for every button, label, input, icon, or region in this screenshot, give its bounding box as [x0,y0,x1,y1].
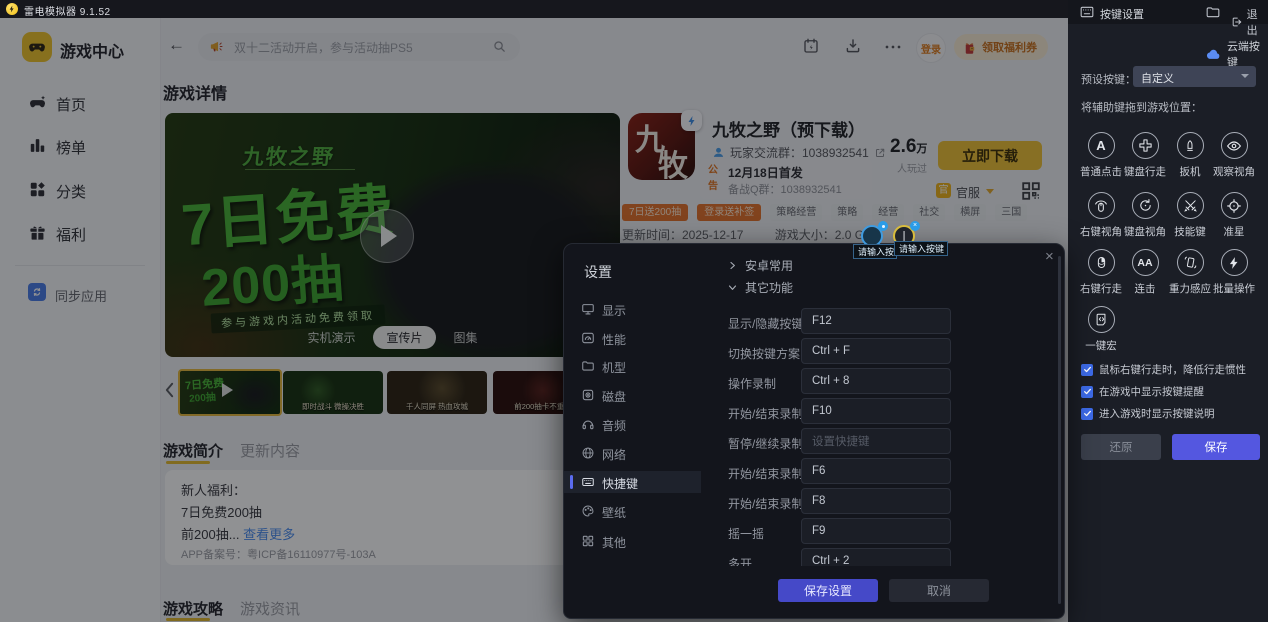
checkbox-reduce-inertia[interactable]: 鼠标右键行走时，降低行走惯性 [1081,362,1246,377]
shortcut-row: 暂停/继续录制操作 设置快捷键 [728,428,1056,454]
keymap-tool-observe-view[interactable]: 观察视角 [1212,132,1256,179]
shortcut-list: 显示/隐藏按键提示 F12 切换按键方案 Ctrl + F 操作录制 Ctrl … [564,296,1056,566]
save-settings-button[interactable]: 保存设置 [778,579,878,602]
macro-script-icon [1087,306,1115,333]
chevron-down-icon [728,285,737,290]
checkbox-checked-icon [1081,407,1093,420]
titlebar: 雷电模拟器 9.1.52 [0,0,1068,18]
keymap-tool-combo[interactable]: AA 连击 [1123,249,1167,296]
shortcut-input[interactable]: F12 [801,308,951,334]
preset-keys-select[interactable]: 自定义 [1133,66,1256,87]
app-logo-icon [6,3,18,15]
double-a-icon: AA [1131,249,1159,276]
bullet-icon [1176,132,1204,159]
checkbox-checked-icon [1081,363,1093,376]
keymap-tool-right-click-view[interactable]: 右键视角 [1079,192,1123,239]
rotate-arrows-icon [1131,192,1159,219]
keybind-remove-icon[interactable]: × [910,221,920,231]
shortcut-input[interactable]: F10 [801,398,951,424]
shortcut-input[interactable]: Ctrl + 2 [801,548,951,566]
exit-button[interactable]: 退出 [1231,6,1268,38]
dpad-cross-icon [1131,132,1159,159]
checkbox-checked-icon [1081,385,1093,398]
modal-scrollbar[interactable] [1058,256,1061,604]
keyboard-icon [1080,6,1094,18]
keymap-tool-one-key-macro[interactable]: 一键宏 [1079,306,1123,353]
letter-a-icon: A [1087,132,1115,159]
keymap-tool-crosshair[interactable]: 准星 [1212,192,1256,239]
app-title: 雷电模拟器 9.1.52 [24,7,111,18]
shortcut-input[interactable]: F6 [801,458,951,484]
close-icon[interactable]: × [1045,248,1054,265]
keybind-badge-icon[interactable] [878,221,888,231]
key-settings-panel: 按键设置 退出 云端按键 预设按键： 自定义 将辅助键拖到游戏位置： A 普通点… [1068,0,1268,622]
shortcut-row: 摇一摇 F9 [728,518,1056,544]
shortcut-input[interactable]: Ctrl + 8 [801,368,951,394]
eye-icon [1220,132,1248,159]
mouse-orbit-icon [1087,192,1115,219]
shortcut-row: 开始/结束录制宏 F6 [728,458,1056,484]
restore-button[interactable]: 还原 [1081,434,1161,460]
preset-keys-label: 预设按键： [1081,74,1136,86]
shortcut-row: 开始/结束录制视频 F8 [728,488,1056,514]
section-other-functions[interactable]: 其它功能 [728,279,793,296]
shortcut-input[interactable]: Ctrl + F [801,338,951,364]
shortcut-row: 开始/结束录制操作 F10 [728,398,1056,424]
keymap-tool-trigger[interactable]: 扳机 [1168,132,1212,179]
mouse-icon [1087,249,1115,276]
keymap-tool-skill-key[interactable]: 技能键 [1168,192,1212,239]
panel-title: 按键设置 [1100,9,1144,21]
shortcut-row: 操作录制 Ctrl + 8 [728,368,1056,394]
shortcut-input[interactable]: F8 [801,488,951,514]
cloud-icon [1206,49,1220,59]
checkbox-show-key-reminder[interactable]: 在游戏中显示按键提醒 [1081,384,1204,399]
shortcut-input[interactable]: 设置快捷键 [801,428,951,454]
exit-icon [1232,17,1242,27]
shortcut-row: 显示/隐藏按键提示 F12 [728,308,1056,334]
keymap-tool-keyboard-walk[interactable]: 键盘行走 [1123,132,1167,179]
phone-tilt-icon [1176,249,1204,276]
settings-modal: × 设置 显示 性能 机型 磁盘 音频 网络 快捷键 壁纸 其他 安卓常用 其它… [563,243,1065,619]
shortcut-row: 切换按键方案 Ctrl + F [728,338,1056,364]
lightning-icon [1220,249,1248,276]
save-button[interactable]: 保存 [1172,434,1260,460]
keybind-tooltip: 请输入按键 [894,241,948,256]
ldplayer-window: 雷电模拟器 9.1.52 游戏中心 首页 榜单 分类 福利 同步应用 ← 双十二… [0,0,1268,622]
crossed-swords-icon [1176,192,1204,219]
keymap-tool-gravity-sensor[interactable]: 重力感应 [1168,249,1212,296]
settings-title: 设置 [584,264,612,280]
drag-hint: 将辅助键拖到游戏位置： [1081,102,1202,114]
panel-header: 按键设置 退出 [1068,0,1268,37]
folder-icon[interactable] [1206,6,1220,18]
checkbox-show-key-instructions[interactable]: 进入游戏时显示按键说明 [1081,406,1215,421]
keymap-tool-normal-click[interactable]: A 普通点击 [1079,132,1123,179]
keymap-tool-keyboard-view[interactable]: 键盘视角 [1123,192,1167,239]
section-android-common[interactable]: 安卓常用 [728,257,793,274]
keymap-tool-batch-operation[interactable]: 批量操作 [1212,249,1256,296]
shortcut-row: 多开 Ctrl + 2 [728,548,1056,566]
chevron-right-icon [730,261,735,270]
keybind-tooltip: 请输入按键 [853,244,897,259]
shortcut-input[interactable]: F9 [801,518,951,544]
cancel-button[interactable]: 取消 [889,579,989,602]
chevron-down-icon [1241,74,1249,78]
keymap-tool-right-click-walk[interactable]: 右键行走 [1079,249,1123,296]
crosshair-icon [1220,192,1248,219]
